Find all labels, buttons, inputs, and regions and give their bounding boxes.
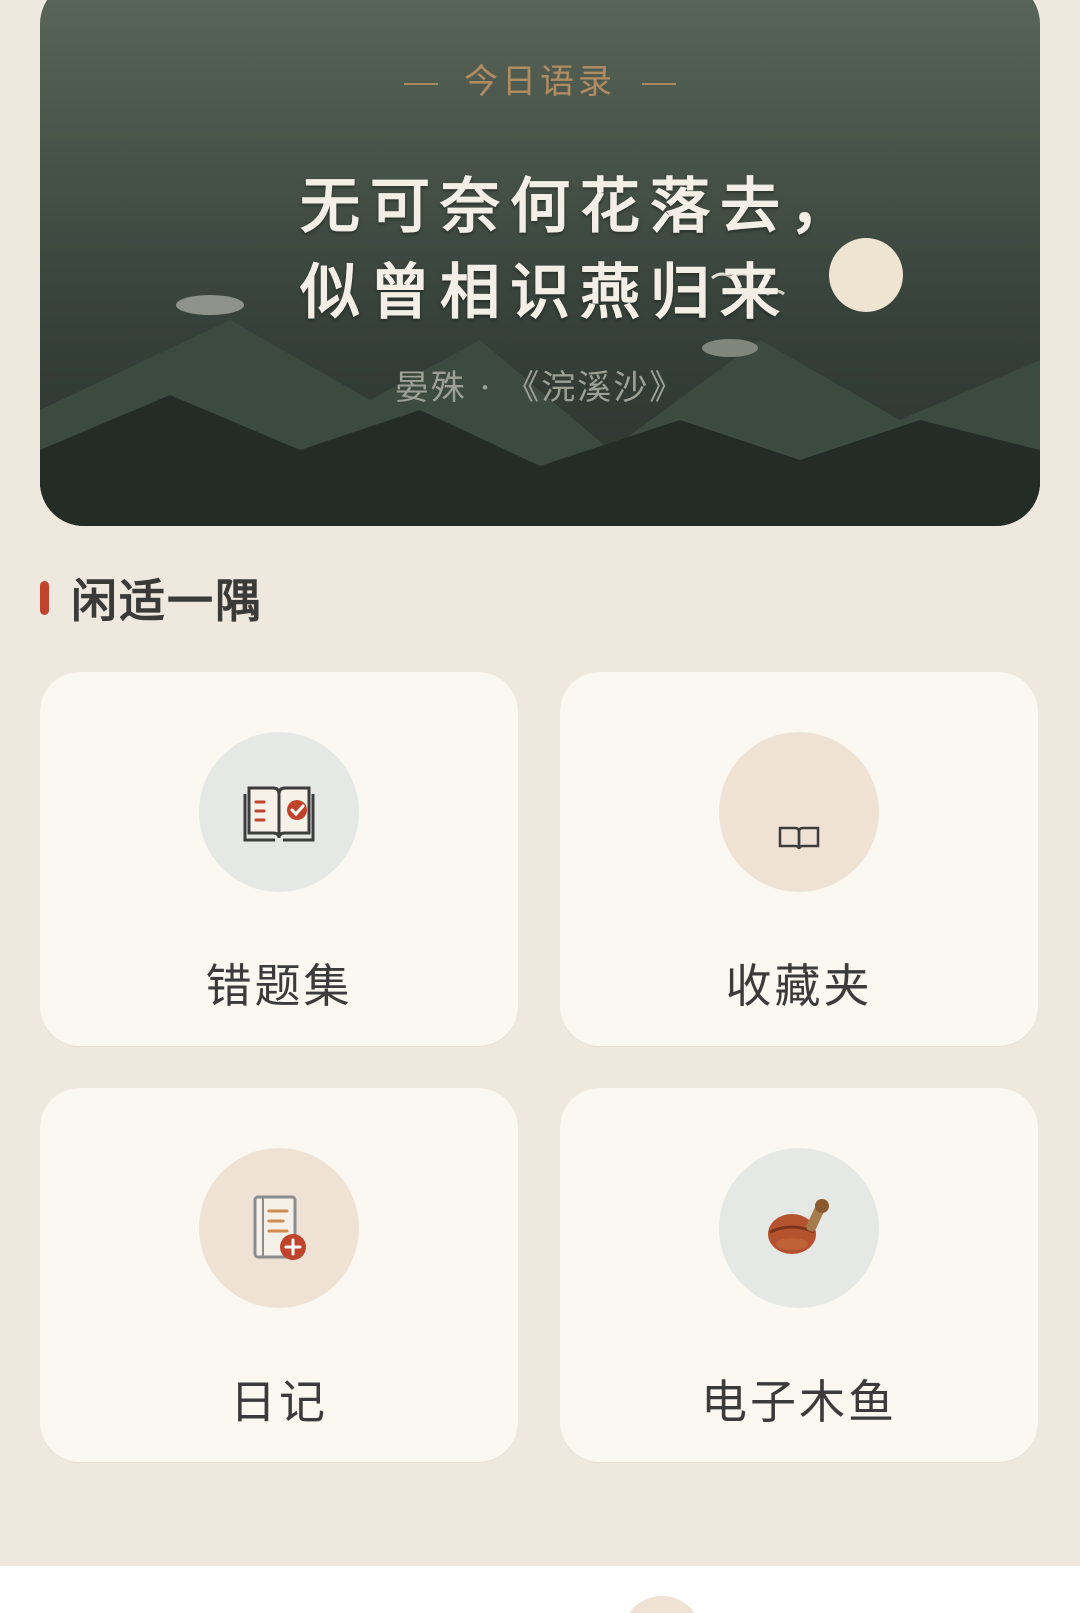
tile-label: 日记	[230, 1375, 328, 1429]
icon-circle	[199, 732, 359, 892]
quote-line-1: 无可奈何花落去，	[300, 172, 860, 242]
section-header: 闲适一隅	[40, 568, 263, 628]
section-title: 闲适一隅	[71, 574, 263, 628]
page: 今日语录 无可奈何花落去， 似曾相识燕归来 晏殊 · 《浣溪沙》 闲适一隅 错题…	[0, 0, 1080, 1613]
icon-circle	[719, 732, 879, 892]
favorites-tile[interactable]: 收藏夹	[560, 672, 1038, 1046]
notebook-add-icon	[253, 1195, 306, 1260]
label-dash-left	[404, 82, 438, 85]
wooden-fish-tile[interactable]: 电子木鱼	[560, 1088, 1038, 1462]
label-dash-right	[642, 82, 676, 85]
tile-label: 错题集	[205, 959, 353, 1013]
moon-icon	[829, 238, 903, 312]
section-accent-bar	[40, 581, 49, 615]
open-book-check-icon	[243, 786, 315, 842]
cloud-icon	[176, 295, 244, 315]
quote-source: 晏殊 · 《浣溪沙》	[394, 368, 686, 408]
bottom-tab-bar	[0, 1566, 1080, 1613]
quote-line-2: 似曾相识燕归来	[300, 258, 790, 328]
cloud-icon	[702, 339, 758, 357]
icon-circle	[199, 1148, 359, 1308]
diary-tile[interactable]: 日记	[40, 1088, 518, 1462]
icon-circle	[719, 1148, 879, 1308]
book-icon	[778, 826, 820, 850]
wooden-fish-icon	[768, 1199, 829, 1254]
tile-label: 收藏夹	[725, 959, 873, 1013]
tile-label: 电子木鱼	[701, 1375, 897, 1429]
tab-center-button[interactable]	[622, 1596, 702, 1613]
mistakes-tile[interactable]: 错题集	[40, 672, 518, 1046]
daily-quote-banner[interactable]: 今日语录 无可奈何花落去， 似曾相识燕归来 晏殊 · 《浣溪沙》	[40, 0, 1040, 526]
quote-label: 今日语录	[40, 54, 1040, 103]
quote-label-text: 今日语录	[464, 62, 616, 102]
